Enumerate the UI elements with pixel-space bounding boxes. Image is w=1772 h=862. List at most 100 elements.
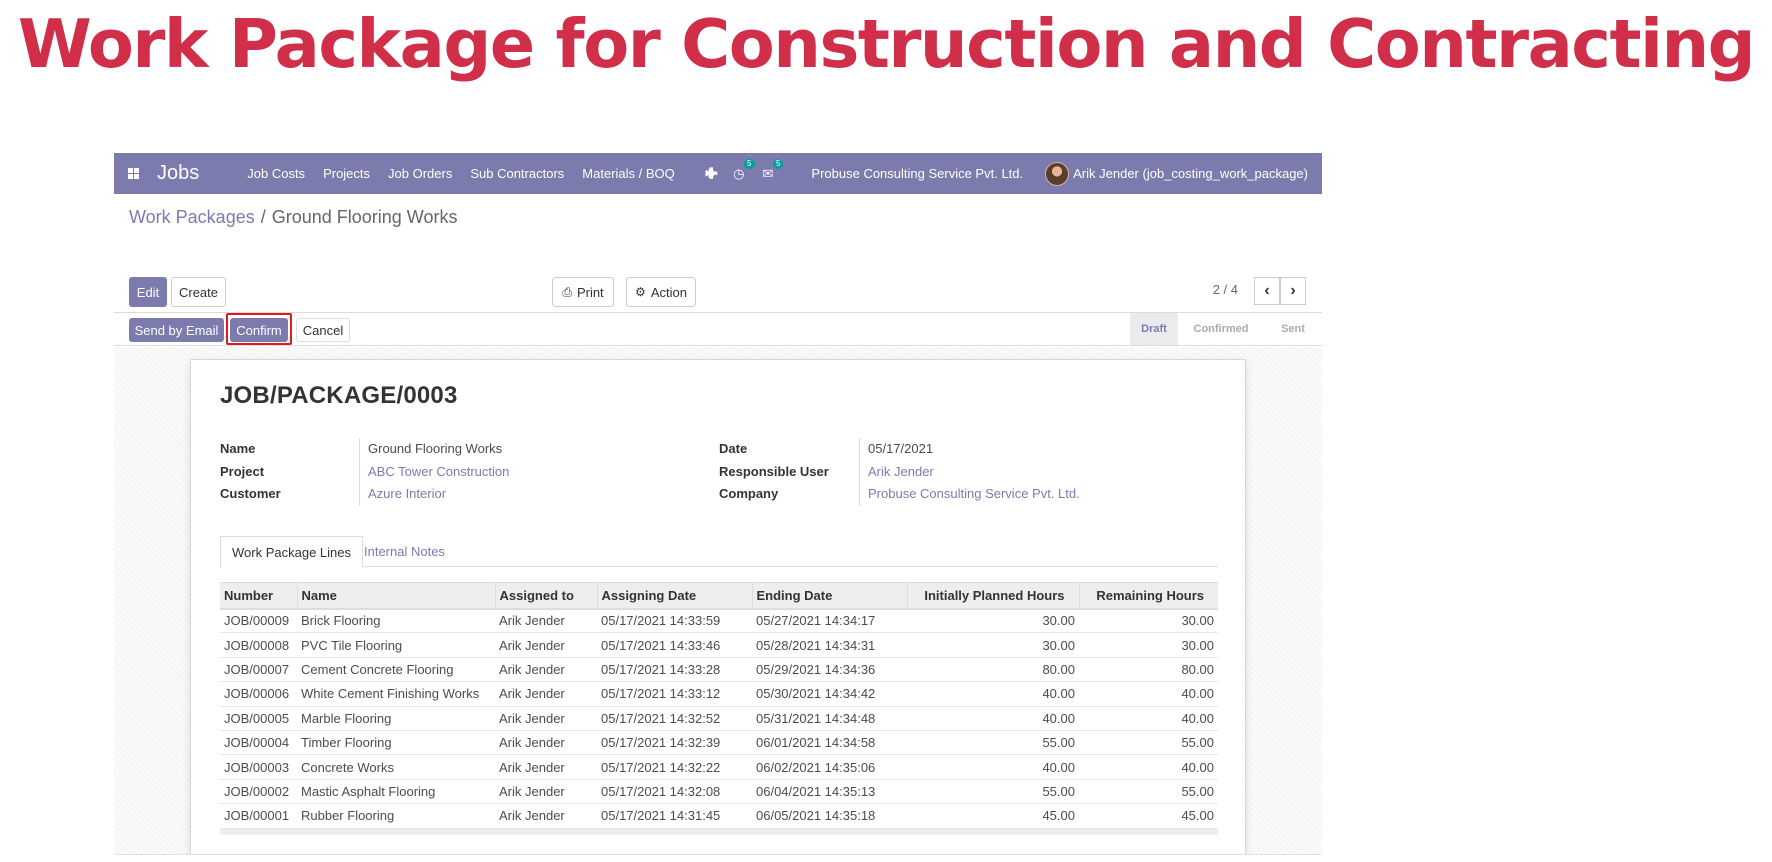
cell-assigned-to: Arik Jender	[495, 681, 597, 707]
table-row[interactable]: JOB/00007 Cement Concrete Flooring Arik Je…	[220, 657, 1218, 683]
cell-ending-date: 05/27/2021 14:34:17	[752, 608, 907, 634]
cell-remaining-hours: 80.00	[1079, 657, 1218, 683]
cell-planned-hours: 40.00	[907, 706, 1079, 731]
tab-work-package-lines[interactable]: Work Package Lines	[220, 536, 363, 568]
project-link[interactable]: ABC Tower Construction	[368, 464, 509, 479]
breadcrumb-work-packages[interactable]: Work Packages	[129, 207, 255, 227]
cell-assigning-date: 05/17/2021 14:32:52	[597, 706, 752, 731]
breadcrumb: Work Packages / Ground Flooring Works	[129, 207, 457, 228]
user-menu[interactable]: Arik Jender (job_costing_work_package)	[1045, 161, 1308, 186]
cell-planned-hours: 40.00	[907, 754, 1079, 780]
cell-assigned-to: Arik Jender	[495, 754, 597, 780]
table-row[interactable]: JOB/00009 Brick Flooring Arik Jender 05/17/…	[220, 608, 1218, 634]
messages-count-badge: 5	[772, 158, 784, 169]
cell-ending-date: 05/29/2021 14:34:36	[752, 657, 907, 683]
app-brand[interactable]: Jobs	[157, 162, 199, 185]
create-button[interactable]: Create	[171, 277, 226, 307]
responsible-user-label: Responsible User	[719, 464, 829, 479]
chevron-right-icon: ›	[1290, 282, 1296, 299]
column-header-number[interactable]: Number	[220, 582, 298, 610]
pager-previous-button[interactable]: ‹	[1254, 277, 1280, 305]
cell-planned-hours: 55.00	[907, 730, 1079, 756]
cell-ending-date: 06/02/2021 14:35:06	[752, 754, 907, 780]
pager-value[interactable]: 2 / 4	[1213, 282, 1238, 297]
edit-button[interactable]: Edit	[129, 277, 167, 307]
table-row[interactable]: JOB/00003 Concrete Works Arik Jender 05/17/…	[220, 754, 1218, 780]
cancel-button[interactable]: Cancel	[296, 318, 350, 342]
customer-link[interactable]: Azure Interior	[368, 486, 446, 501]
control-panel: Work Packages / Ground Flooring Works Edit…	[114, 194, 1322, 313]
messages-icon[interactable]: ✉ 5	[763, 158, 784, 182]
activity-clock-icon[interactable]: ◷ 5	[733, 158, 755, 182]
menu-item-job-costs[interactable]: Job Costs	[247, 166, 305, 181]
column-header-ending-date[interactable]: Ending Date	[752, 582, 908, 610]
cell-remaining-hours: 40.00	[1079, 754, 1218, 780]
cell-assigned-to: Arik Jender	[495, 730, 597, 756]
customer-label: Customer	[220, 486, 281, 501]
action-button[interactable]: ⚙ Action	[626, 277, 696, 307]
cell-ending-date: 05/31/2021 14:34:48	[752, 706, 907, 731]
status-bar: Send by Email Confirm Cancel Draft Confi…	[114, 313, 1322, 346]
column-header-assigning-date[interactable]: Assigning Date	[597, 582, 753, 610]
confirm-button[interactable]: Confirm	[230, 318, 288, 342]
table-row[interactable]: JOB/00006 White Cement Finishing Works Ari…	[220, 681, 1218, 707]
cell-planned-hours: 30.00	[907, 632, 1079, 658]
company-switcher[interactable]: Probuse Consulting Service Pvt. Ltd.	[811, 166, 1023, 181]
cell-assigning-date: 05/17/2021 14:32:39	[597, 730, 752, 756]
app-window: Jobs Job Costs Projects Job Orders Sub C…	[114, 153, 1322, 855]
table-row[interactable]: JOB/00002 Mastic Asphalt Flooring Arik Jen…	[220, 779, 1218, 805]
debug-bug-icon[interactable]: ✱	[704, 166, 715, 182]
apps-menu-icon[interactable]	[119, 153, 147, 194]
top-navbar: Jobs Job Costs Projects Job Orders Sub C…	[114, 153, 1322, 194]
chevron-left-icon: ‹	[1264, 282, 1270, 299]
table-row[interactable]: JOB/00008 PVC Tile Flooring Arik Jender 05/…	[220, 632, 1218, 658]
print-button[interactable]: ⎙ Print	[552, 277, 614, 307]
table-row[interactable]: JOB/00005 Marble Flooring Arik Jender 05/17…	[220, 706, 1218, 731]
cell-assigned-to: Arik Jender	[495, 657, 597, 683]
breadcrumb-current: Ground Flooring Works	[271, 207, 458, 227]
table-footer-row	[220, 828, 1218, 836]
cell-number: JOB/00002	[220, 779, 297, 805]
stage-confirmed[interactable]: Confirmed	[1178, 313, 1264, 345]
cell-assigned-to: Arik Jender	[495, 608, 597, 634]
column-header-name[interactable]: Name	[297, 582, 496, 610]
table-header-row: Number Name Assigned to Assigning Date E…	[220, 582, 1218, 610]
menu-item-materials-boq[interactable]: Materials / BOQ	[582, 166, 674, 181]
stage-sent[interactable]: Sent	[1264, 313, 1322, 345]
tab-internal-notes[interactable]: Internal Notes	[353, 536, 456, 567]
cell-ending-date: 06/05/2021 14:35:18	[752, 803, 907, 829]
menu-item-sub-contractors[interactable]: Sub Contractors	[470, 166, 564, 181]
table-row[interactable]: JOB/00001 Rubber Flooring Arik Jender 05/17…	[220, 803, 1218, 829]
cell-assigning-date: 05/17/2021 14:33:59	[597, 608, 752, 634]
cell-remaining-hours: 30.00	[1079, 608, 1218, 634]
cell-number: JOB/00004	[220, 730, 297, 756]
cell-ending-date: 05/28/2021 14:34:31	[752, 632, 907, 658]
breadcrumb-separator: /	[260, 207, 266, 227]
column-header-planned-hours[interactable]: Initially Planned Hours	[907, 582, 1080, 610]
menu-item-job-orders[interactable]: Job Orders	[388, 166, 452, 181]
cell-ending-date: 05/30/2021 14:34:42	[752, 681, 907, 707]
work-package-lines-table: Number Name Assigned to Assigning Date E…	[220, 582, 1218, 836]
table-row[interactable]: JOB/00004 Timber Flooring Arik Jender 05/17…	[220, 730, 1218, 756]
cell-ending-date: 06/04/2021 14:35:13	[752, 779, 907, 805]
action-label: Action	[650, 284, 687, 300]
cell-name: Concrete Works	[297, 754, 495, 780]
company-link[interactable]: Probuse Consulting Service Pvt. Ltd.	[868, 486, 1080, 501]
column-header-assigned-to[interactable]: Assigned to	[495, 582, 598, 610]
cell-planned-hours: 40.00	[907, 681, 1079, 707]
pager-next-button[interactable]: ›	[1280, 277, 1306, 305]
cell-planned-hours: 55.00	[907, 779, 1079, 805]
column-header-remaining-hours[interactable]: Remaining Hours	[1079, 582, 1218, 610]
responsible-user-link[interactable]: Arik Jender	[868, 464, 934, 479]
cell-number: JOB/00001	[220, 803, 297, 829]
cell-number: JOB/00005	[220, 706, 297, 731]
cell-number: JOB/00003	[220, 754, 297, 780]
menu-item-projects[interactable]: Projects	[323, 166, 370, 181]
send-by-email-button[interactable]: Send by Email	[129, 318, 224, 342]
cell-remaining-hours: 45.00	[1079, 803, 1218, 829]
cell-assigning-date: 05/17/2021 14:31:45	[597, 803, 752, 829]
cell-name: Brick Flooring	[297, 608, 495, 634]
stage-draft[interactable]: Draft	[1130, 313, 1178, 345]
navbar-systray: ✱ ◷ 5 ✉ 5 Probuse Consulting Service Pvt. …	[704, 153, 1308, 194]
cell-number: JOB/00007	[220, 657, 297, 683]
